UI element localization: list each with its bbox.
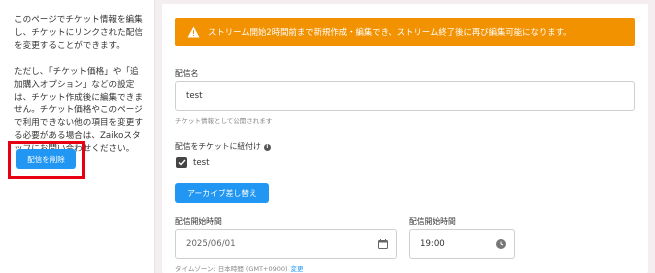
stream-name-label: 配信名: [175, 69, 199, 78]
link-to-ticket-label: 配信をチケットに紐付け i: [175, 141, 271, 152]
timezone-change-link[interactable]: 変更: [291, 265, 304, 273]
warning-text: ストリーム開始2時間前まで新規作成・編集でき、ストリーム終了後に再び編集可能にな…: [208, 27, 572, 37]
start-date-value: 2025/06/01: [186, 239, 236, 249]
start-time-value: 19:00: [420, 239, 445, 249]
start-time-input[interactable]: 19:00: [409, 229, 515, 259]
timezone-text: タイムゾーン: 日本時間 (GMT+0900): [175, 265, 288, 273]
start-date-label: 配信開始時間: [175, 217, 222, 226]
archive-replace-button[interactable]: アーカイブ差し替え: [175, 183, 269, 203]
timezone-info: タイムゾーン: 日本時間 (GMT+0900) 変更: [175, 263, 304, 273]
warning-icon: [187, 26, 200, 38]
link-checkbox-label[interactable]: test: [193, 158, 210, 168]
clock-icon[interactable]: [496, 239, 506, 249]
warning-banner: ストリーム開始2時間前まで新規作成・編集でき、ストリーム終了後に再び編集可能にな…: [175, 18, 635, 46]
stream-edit-form: ストリーム開始2時間前まで新規作成・編集でき、ストリーム終了後に再び編集可能にな…: [162, 4, 648, 273]
sidebar-panel: このページでチケット情報を編集し、チケットにリンクされた配信を変更することができ…: [0, 0, 155, 273]
link-checkbox[interactable]: [176, 157, 187, 168]
stream-name-input[interactable]: test: [175, 81, 635, 111]
start-time-label: 配信開始時間: [409, 217, 456, 226]
start-date-input[interactable]: 2025/06/01: [175, 229, 397, 259]
calendar-icon[interactable]: [378, 239, 388, 249]
stream-name-helper: チケット情報として公開されます: [175, 117, 273, 125]
sidebar-paragraph-1: このページでチケット情報を編集し、チケットにリンクされた配信を変更することができ…: [14, 15, 143, 51]
link-to-ticket-label-text: 配信をチケットに紐付け: [175, 142, 261, 151]
delete-stream-button[interactable]: 配信を削除: [16, 149, 76, 169]
check-icon: [178, 159, 186, 166]
info-icon[interactable]: i: [263, 143, 271, 151]
stream-name-value: test: [186, 91, 203, 101]
